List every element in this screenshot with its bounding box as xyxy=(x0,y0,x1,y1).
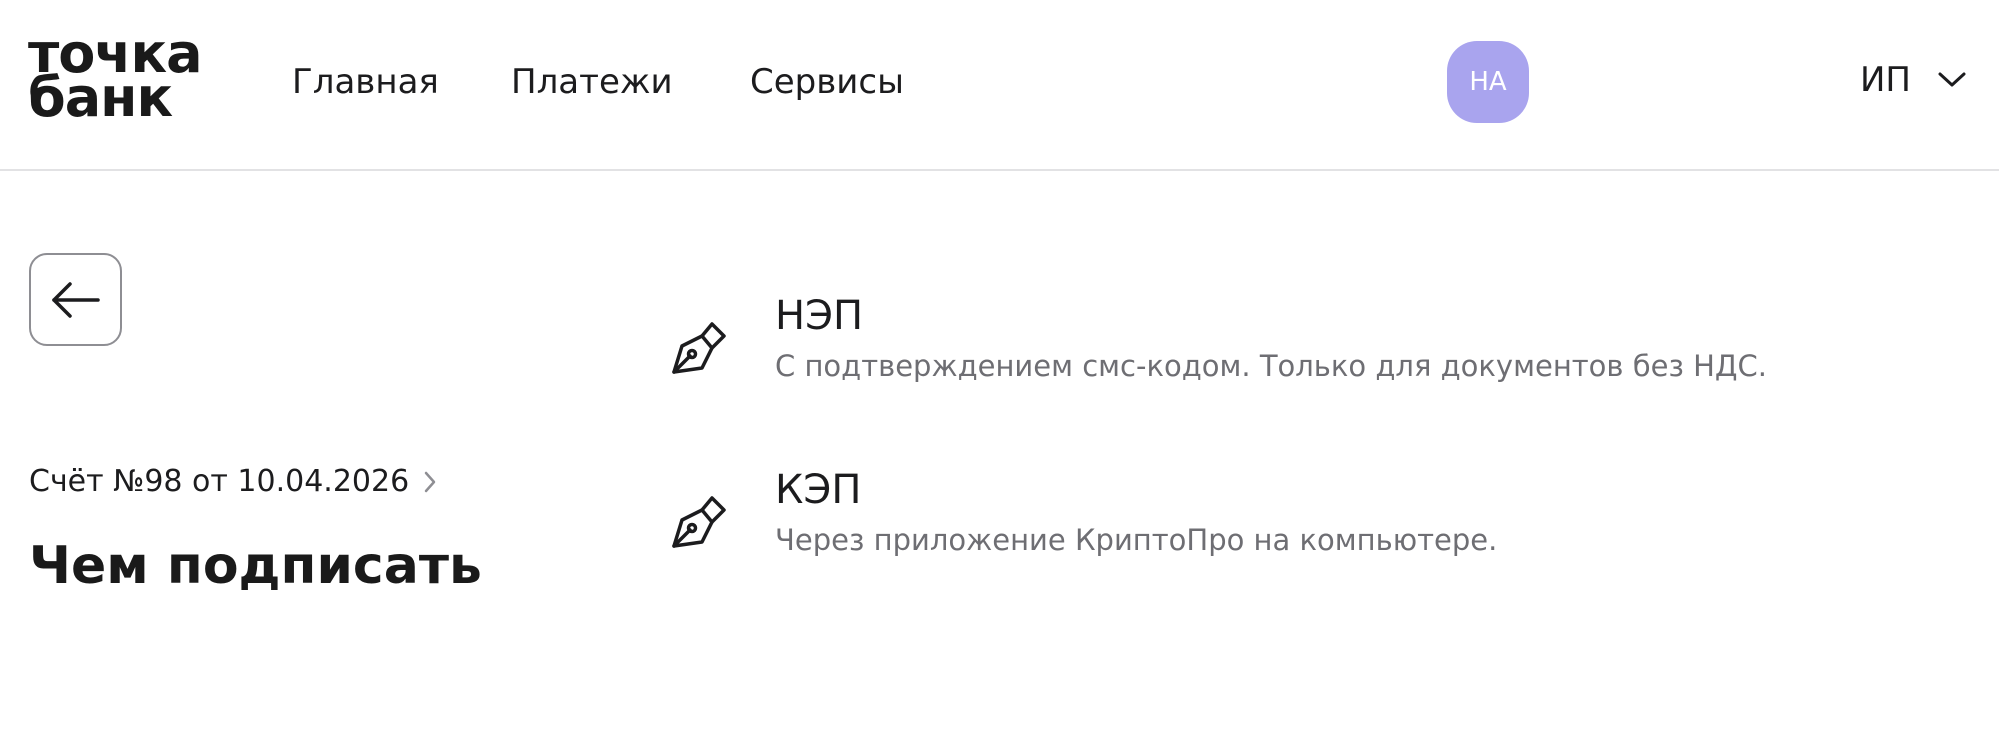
breadcrumb-invoice[interactable]: Счёт №98 от 10.04.2026 xyxy=(29,462,437,502)
organization-label: ИП xyxy=(1860,60,1911,100)
nav-item-payments[interactable]: Платежи xyxy=(511,62,673,102)
option-title: КЭП xyxy=(775,467,862,513)
option-description: С подтверждением смс-кодом. Только для д… xyxy=(775,349,1768,383)
page-title: Чем подписать xyxy=(29,536,482,596)
organization-selector[interactable]: ИП xyxy=(1860,58,1967,102)
top-bar: точка банк Главная Платежи Сервисы НА ИП xyxy=(0,0,1999,171)
bank-logo[interactable]: точка банк xyxy=(28,27,203,125)
arrow-left-icon xyxy=(51,281,100,318)
nav-item-services[interactable]: Сервисы xyxy=(750,62,904,102)
sign-option-nep[interactable]: НЭП С подтверждением смс-кодом. Только д… xyxy=(668,290,1868,400)
back-button[interactable] xyxy=(29,253,122,346)
sign-option-kep[interactable]: КЭП Через приложение КриптоПро на компью… xyxy=(668,464,1868,574)
chevron-down-icon xyxy=(1938,72,1966,87)
breadcrumb-label: Счёт №98 от 10.04.2026 xyxy=(29,464,410,499)
option-description: Через приложение КриптоПро на компьютере… xyxy=(775,523,1498,557)
chevron-right-icon xyxy=(424,471,436,493)
option-title: НЭП xyxy=(775,293,864,339)
pen-nib-icon xyxy=(672,322,726,374)
nav-item-home[interactable]: Главная xyxy=(292,62,439,102)
user-avatar[interactable]: НА xyxy=(1447,41,1529,123)
pen-nib-icon xyxy=(672,496,726,548)
